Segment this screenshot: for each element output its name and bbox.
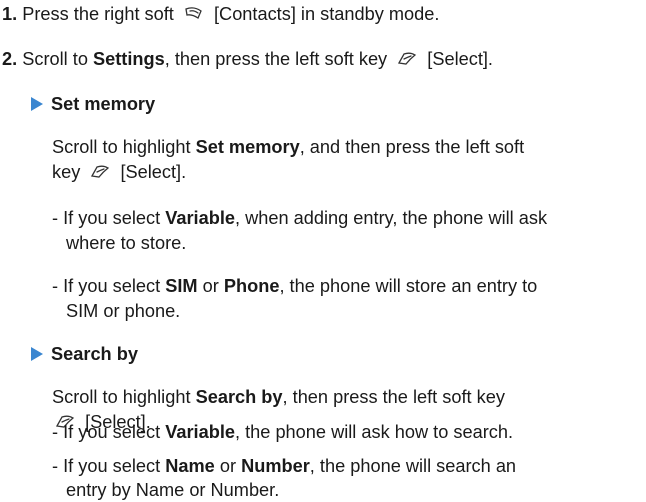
search-by-b1-post: , the phone will ask how to search.: [235, 422, 514, 442]
set-memory-bullet-2-line-1: - If you select SIM or Phone, the phone …: [52, 274, 537, 298]
set-memory-para-line-1: Scroll to highlight Set memory, and then…: [52, 135, 524, 159]
search-by-b2-or: or: [219, 456, 237, 476]
step-2-text-post: [Select].: [427, 49, 493, 69]
set-memory-b2-bold1: SIM: [165, 276, 198, 296]
set-memory-b2-line2: SIM or phone.: [66, 301, 181, 321]
set-memory-p1b: Set memory: [195, 137, 300, 157]
search-by-b1-bold: Variable: [165, 422, 235, 442]
set-memory-b2-or: or: [202, 276, 219, 296]
search-by-b2-bold2: Number: [241, 456, 310, 476]
search-by-b2-pre: - If you select: [52, 456, 161, 476]
search-by-header: Search by: [31, 342, 138, 367]
set-memory-b2-post: , the phone will store an entry to: [279, 276, 538, 296]
search-by-p1c: , then press the left soft key: [282, 387, 505, 407]
search-by-p1b: Search by: [195, 387, 283, 407]
step-1-number: 1.: [2, 4, 18, 24]
set-memory-b1-pre: - If you select: [52, 208, 161, 228]
set-memory-b1-bold: Variable: [165, 208, 235, 228]
step-1-text-post: [Contacts] in standby mode.: [214, 4, 440, 24]
search-by-bullet-2-line-1: - If you select Name or Number, the phon…: [52, 454, 516, 478]
set-memory-bullet-1-line-2: where to store.: [66, 231, 186, 255]
search-by-bullet-1: - If you select Variable, the phone will…: [52, 420, 513, 444]
step-2: 2. Scroll to Settings, then press the le…: [2, 47, 493, 72]
set-memory-bullet-1-line-1: - If you select Variable, when adding en…: [52, 206, 547, 230]
search-by-b2-line2: entry by Name or Number.: [66, 480, 280, 500]
set-memory-b2-bold2: Phone: [223, 276, 280, 296]
step-2-text-mid: , then press the left soft key: [164, 49, 388, 69]
set-memory-title: Set memory: [51, 94, 156, 114]
search-by-bullet-2-line-2: entry by Name or Number.: [66, 478, 279, 502]
set-memory-b1-line2: where to store.: [66, 233, 187, 253]
set-memory-p1e: [Select].: [120, 162, 187, 182]
step-1-text-pre: Press the right soft: [22, 4, 174, 24]
step-2-settings: Settings: [93, 49, 165, 69]
set-memory-b1-post: , when adding entry, the phone will ask: [235, 208, 548, 228]
set-memory-p1a: Scroll to highlight: [52, 137, 191, 157]
step-2-text-pre: Scroll to: [22, 49, 88, 69]
search-by-title: Search by: [51, 344, 138, 364]
step-2-number: 2.: [2, 49, 18, 69]
set-memory-b2-pre: - If you select: [52, 276, 161, 296]
set-memory-bullet-2-line-2: SIM or phone.: [66, 299, 180, 323]
set-memory-para-line-2: key [Select].: [52, 160, 186, 185]
right-soft-key-icon: [183, 3, 205, 27]
search-by-b2-post: , the phone will search an: [309, 456, 517, 476]
blue-triangle-icon: [31, 93, 43, 117]
left-soft-key-icon: [89, 161, 111, 185]
search-by-p1a: Scroll to highlight: [52, 387, 191, 407]
step-1: 1. Press the right soft [Contacts] in st…: [2, 2, 439, 27]
set-memory-header: Set memory: [31, 92, 155, 117]
left-soft-key-icon: [396, 48, 418, 72]
search-by-para-line-1: Scroll to highlight Search by, then pres…: [52, 385, 505, 409]
search-by-b1-pre: - If you select: [52, 422, 161, 442]
blue-triangle-icon: [31, 343, 43, 367]
set-memory-p1c: , and then press the left soft: [299, 137, 525, 157]
set-memory-p1d: key: [52, 162, 81, 182]
search-by-b2-bold1: Name: [165, 456, 215, 476]
